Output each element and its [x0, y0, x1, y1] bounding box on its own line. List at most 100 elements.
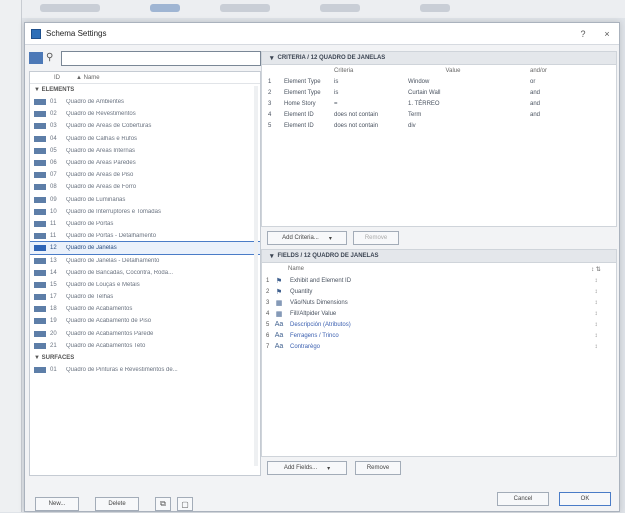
- reorder-icon[interactable]: ↕: [576, 278, 616, 284]
- id-column-header[interactable]: ID: [30, 75, 60, 81]
- list-item[interactable]: 21 Quadro de Acabamentos Teto: [30, 340, 260, 352]
- list-item[interactable]: 19 Quadro de Acabamento de Piso: [30, 315, 260, 327]
- group-elements[interactable]: ▼ ELEMENTS: [30, 84, 260, 96]
- list-item[interactable]: 07 Quadro de Áreas de Piso: [30, 169, 260, 181]
- criteria-row[interactable]: 4 Element ID does not contain Term and: [262, 109, 616, 120]
- scheme-icon: [34, 318, 46, 325]
- field-row[interactable]: 2 ⚑ Quantity ↕: [262, 286, 616, 297]
- criteria-table: Criteria Value and/or 1 Element Type is Win…: [261, 65, 617, 227]
- search-icon: ⚲: [46, 52, 54, 63]
- view-mode-icon[interactable]: [29, 52, 43, 64]
- field-name: Ferragens / Trinco: [290, 332, 339, 339]
- criteria-column-header: Criteria: [334, 67, 354, 74]
- criteria-row[interactable]: 3 Home Story = 1. TÉRREO and: [262, 98, 616, 109]
- scheme-icon: [34, 294, 46, 301]
- criteria-number: 1: [268, 78, 272, 85]
- field-row[interactable]: 3 ▦ Vão/Nuts Dimensions ↕: [262, 297, 616, 308]
- delete-button[interactable]: Delete: [95, 497, 139, 511]
- remove-criteria-button[interactable]: Remove: [353, 231, 399, 245]
- close-button[interactable]: ×: [595, 29, 619, 39]
- field-row[interactable]: 5 Aa Descripción (Atributos) ↕: [262, 319, 616, 330]
- group-surfaces[interactable]: ▼ SURFACES: [30, 352, 260, 364]
- scheme-icon: [34, 281, 46, 288]
- reorder-icon[interactable]: ↕: [576, 300, 616, 306]
- name-column-header[interactable]: ▲ Name: [54, 75, 100, 81]
- criteria-operator: does not contain: [334, 122, 379, 129]
- list-item[interactable]: 11 Quadro de Portas: [30, 218, 260, 230]
- list-item[interactable]: 12 Quadro de Janelas: [30, 241, 260, 256]
- scheme-name: Quadro de Acabamento de Piso: [66, 318, 152, 325]
- new-button[interactable]: New...: [35, 497, 79, 511]
- criteria-row[interactable]: 1 Element Type is Window or: [262, 76, 616, 87]
- field-row[interactable]: 4 ▦ Fill/Altpider Value ↕: [262, 308, 616, 319]
- scheme-id: 09: [50, 196, 57, 203]
- criteria-number: 5: [268, 122, 272, 129]
- remove-fields-button[interactable]: Remove: [355, 461, 401, 475]
- add-fields-button[interactable]: Add Fields... ▾: [267, 461, 347, 475]
- list-item[interactable]: 18 Quadro de Acabamentos: [30, 303, 260, 315]
- list-item[interactable]: 06 Quadro de Áreas Paredes: [30, 157, 260, 169]
- add-criteria-button[interactable]: Add Criteria... ▾: [267, 231, 347, 245]
- scheme-name: Quadro de Áreas Paredes: [66, 160, 136, 167]
- reorder-icon[interactable]: ↕: [576, 333, 616, 339]
- scheme-id: 01: [50, 367, 57, 374]
- scheme-icon: [34, 123, 46, 130]
- list-item[interactable]: 01 Quadro de Pinturas e Revestimentos de.…: [30, 364, 260, 376]
- fields-table-header: Name ↕ ⇅: [262, 263, 616, 275]
- list-item[interactable]: 15 Quadro de Louças e Metais: [30, 279, 260, 291]
- page-icon[interactable]: ▢: [177, 497, 193, 511]
- reorder-icon[interactable]: ↕: [576, 322, 616, 328]
- field-row[interactable]: 6 Aa Ferragens / Trinco ↕: [262, 330, 616, 341]
- sort-icon[interactable]: ↕ ⇅: [576, 266, 616, 273]
- list-item[interactable]: 09 Quadro de Luminárias: [30, 194, 260, 206]
- list-item[interactable]: 01 Quadro de Ambientes: [30, 96, 260, 108]
- field-row[interactable]: 1 ⚑ Exhibit and Element ID ↕: [262, 275, 616, 286]
- ok-button[interactable]: OK: [559, 492, 611, 506]
- duplicate-icon[interactable]: ⧉: [155, 497, 171, 511]
- cancel-button[interactable]: Cancel: [497, 492, 549, 506]
- list-buttons: New... Delete ⧉ ▢: [29, 495, 261, 513]
- list-item[interactable]: 08 Quadro de Áreas de Forro: [30, 181, 260, 193]
- list-item[interactable]: 05 Quadro de Áreas Internas: [30, 145, 260, 157]
- list-item[interactable]: 20 Quadro de Acabamentos Parede: [30, 328, 260, 340]
- reorder-icon[interactable]: ↕: [576, 289, 616, 295]
- field-number: 7: [266, 343, 270, 350]
- reorder-icon[interactable]: ↕: [576, 311, 616, 317]
- list-item[interactable]: 11 Quadro de Portas - Detalhamento: [30, 230, 260, 242]
- scheme-name: Quadro de Janelas - Detalhamento: [66, 257, 160, 264]
- list-item[interactable]: 04 Quadro de Calhas e Rufos: [30, 133, 260, 145]
- criteria-header[interactable]: ▾ CRITERIA / 12 QUADRO DE JANELAS: [261, 51, 617, 65]
- scheme-icon: [34, 111, 46, 118]
- list-item[interactable]: 14 Quadro de Bancadas, Cocontra, Roda...: [30, 267, 260, 279]
- criteria-row[interactable]: 5 Element ID does not contain div: [262, 120, 616, 131]
- list-item[interactable]: 10 Quadro de Interruptores e Tomadas: [30, 206, 260, 218]
- scheme-icon: [34, 220, 46, 227]
- reorder-icon[interactable]: ↕: [576, 344, 616, 350]
- field-row[interactable]: 7 Aa Contrarègo ↕: [262, 341, 616, 352]
- scheme-id: 20: [50, 330, 57, 337]
- search-input[interactable]: [61, 50, 261, 66]
- criteria-number: 4: [268, 111, 272, 118]
- scheme-id: 18: [50, 306, 57, 313]
- scheme-name: Quadro de Luminárias: [66, 196, 126, 203]
- field-name: Fill/Altpider Value: [290, 310, 337, 317]
- criteria-andor: and: [530, 89, 541, 96]
- scheme-id: 13: [50, 257, 57, 264]
- fields-header[interactable]: ▾ FIELDS / 12 QUADRO DE JANELAS: [261, 249, 617, 263]
- scheme-name: Quadro de Telhas: [66, 294, 114, 301]
- help-button[interactable]: ?: [571, 29, 595, 39]
- list-item[interactable]: 17 Quadro de Telhas: [30, 291, 260, 303]
- scheme-id: 14: [50, 269, 57, 276]
- list-item[interactable]: 03 Quadro de Áreas de Coberturas: [30, 120, 260, 132]
- list-item[interactable]: 02 Quadro de Revestimentos: [30, 108, 260, 120]
- background-sidebar: [0, 0, 22, 512]
- list-scrollbar[interactable]: [254, 86, 258, 466]
- scheme-icon: [34, 342, 46, 349]
- list-item[interactable]: 13 Quadro de Janelas - Detalhamento: [30, 254, 260, 266]
- criteria-property: Element Type: [284, 78, 321, 85]
- scheme-icon: [34, 147, 46, 154]
- criteria-row[interactable]: 2 Element Type is Curtain Wall and: [262, 87, 616, 98]
- criteria-value: div: [408, 122, 416, 129]
- criteria-property: Element ID: [284, 122, 314, 129]
- field-number: 5: [266, 321, 270, 328]
